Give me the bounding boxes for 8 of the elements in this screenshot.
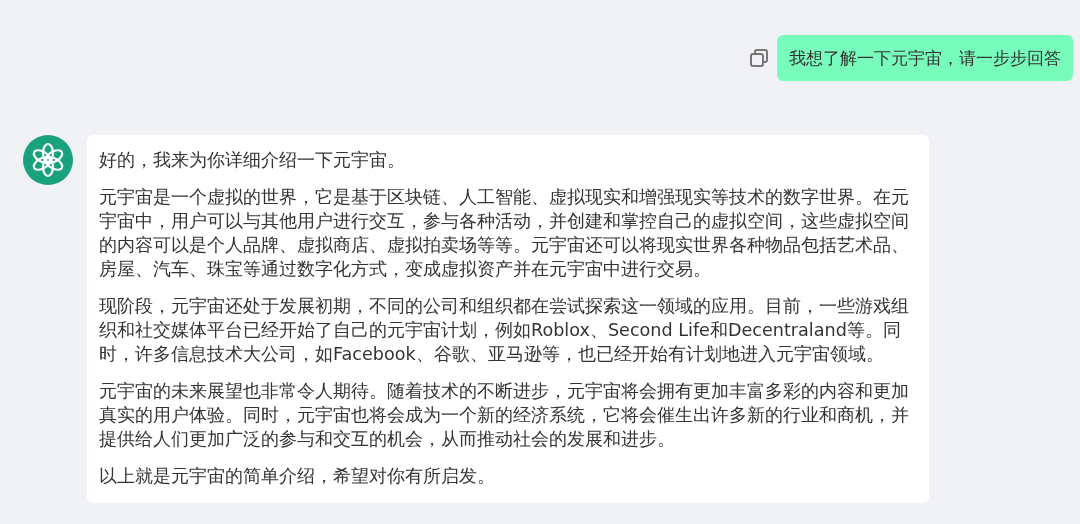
reply-paragraph: 元宇宙的未来展望也非常令人期待。随着技术的不断进步，元宇宙将会拥有更加丰富多彩的内容和更加真实的用户体验。同时，元宇宙也将会成为一个新的经济系统，它将会催生出许多新的行业和商机，并提供给人们更加广泛的参与和交互的机会，从而推动社会的发展和进步。 (99, 380, 910, 451)
reply-paragraph: 元宇宙是一个虚拟的世界，它是基于区块链、人工智能、虚拟现实和增强现实等技术的数字世界。在元宇宙中，用户可以与其他用户进行交互，参与各种活动，并创建和掌控自己的虚拟空间，这些虚拟空间的内容可以是个人品牌、虚拟商店、虚拟拍卖场等等。元宇宙还可以将现实世界各种物品包括艺术品、房屋、汽车、珠宝等通过数字化方式，变成虚拟资产并在元宇宙中进行交易。 (99, 186, 910, 281)
user-message: 我想了解一下元宇宙，请一步步回答 (777, 35, 1073, 81)
reply-paragraph: 以上就是元宇宙的简单介绍，希望对你有所启发。 (99, 465, 496, 488)
avatar-icon (23, 135, 73, 185)
copy-icon[interactable] (749, 48, 769, 68)
reply-paragraph: 好的，我来为你详细介绍一下元宇宙。 (99, 149, 406, 172)
reply-paragraph: 现阶段，元宇宙还处于发展初期，不同的公司和组织都在尝试探索这一领域的应用。目前，一些游戏组织和社交媒体平台已经开始了自己的元宇宙计划，例如Roblox、Second Life和Decentraland等。同时，许多信息技术大公司，如Facebook、谷歌、亚马逊等，也已经开始有计划地进入元宇宙领域。 (99, 295, 910, 366)
